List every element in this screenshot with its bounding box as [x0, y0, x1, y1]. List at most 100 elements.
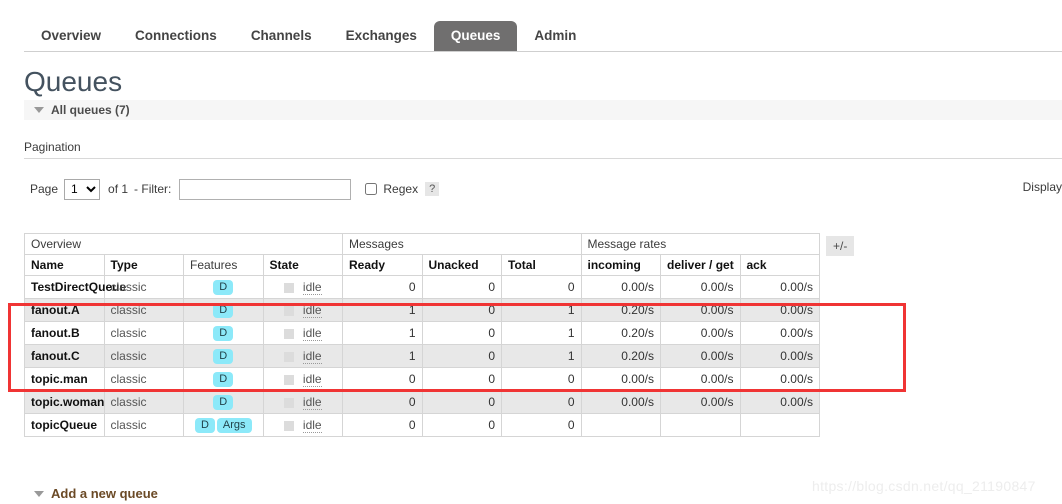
queue-type-cell: classic: [103, 344, 184, 368]
all-queues-section-toggle[interactable]: All queues (7): [24, 100, 1062, 120]
regex-help-icon[interactable]: ?: [425, 182, 440, 196]
filter-label: - Filter:: [134, 182, 172, 196]
queue-ready-cell: 1: [342, 344, 423, 368]
column-header-deliver-get[interactable]: deliver / get: [660, 254, 741, 276]
table-row[interactable]: topicQueue classic D Args idle 0 0 0: [24, 413, 820, 437]
column-header-incoming[interactable]: incoming: [580, 254, 661, 276]
queue-type-cell: classic: [103, 298, 184, 322]
nav-tab-admin[interactable]: Admin: [517, 21, 593, 52]
feature-badge-d: D: [213, 326, 234, 341]
feature-badge-d: D: [213, 395, 234, 410]
queue-features-cell: D: [183, 275, 264, 299]
queue-features-cell: D: [183, 298, 264, 322]
table-column-header-row: Name Type Features State Ready Unacked Total in…: [24, 254, 820, 276]
nav-tab-overview[interactable]: Overview: [24, 21, 118, 52]
all-queues-label: All queues (7): [51, 103, 130, 117]
page-number-select[interactable]: 1: [64, 178, 101, 200]
queue-deliver-get-rate-cell: 0.00/s: [660, 344, 741, 368]
queue-total-cell: 0: [501, 367, 582, 391]
page-count-label: of 1: [108, 182, 129, 196]
queue-name-cell[interactable]: fanout.C: [24, 344, 105, 368]
queue-deliver-get-rate-cell: 0.00/s: [660, 275, 741, 299]
table-group-header-row: Overview Messages Message rates: [24, 233, 820, 255]
toggle-columns-button[interactable]: +/-: [826, 236, 855, 256]
queue-deliver-get-rate-cell: [660, 413, 741, 437]
table-row[interactable]: topic.man classic Didle 0 0 0 0.00/s 0.00/s 0.00…: [24, 367, 820, 391]
chevron-down-icon: [34, 490, 44, 497]
queue-state-cell: idle: [262, 275, 343, 299]
chevron-down-icon: [34, 107, 44, 113]
page-word-label: Page: [30, 182, 59, 196]
regex-label: Regex: [383, 182, 419, 196]
state-indicator-icon: [283, 374, 294, 385]
add-new-queue-section-toggle[interactable]: Add a new queue: [24, 486, 158, 501]
queue-ready-cell: 1: [342, 298, 423, 322]
queue-name-cell[interactable]: fanout.B: [24, 321, 105, 345]
state-indicator-icon: [283, 305, 294, 316]
nav-tab-exchanges[interactable]: Exchanges: [329, 21, 434, 52]
queue-ack-rate-cell: [739, 413, 820, 437]
group-header-overview: Overview: [24, 233, 343, 255]
state-label: idle: [302, 326, 322, 341]
page-title: Queues: [24, 66, 123, 97]
queue-name-cell[interactable]: topic.woman: [24, 390, 105, 414]
queue-incoming-rate-cell: 0.20/s: [580, 321, 661, 345]
queue-ready-cell: 0: [342, 390, 423, 414]
queue-ready-cell: 0: [342, 367, 423, 391]
display-options-label[interactable]: Display: [1023, 180, 1062, 194]
table-row[interactable]: fanout.A classic Didle 1 0 1 0.20/s 0.00/s 0.00/…: [24, 298, 820, 322]
state-label: idle: [302, 372, 322, 387]
queue-ack-rate-cell: 0.00/s: [739, 344, 820, 368]
add-new-queue-label: Add a new queue: [51, 486, 158, 501]
queue-incoming-rate-cell: 0.20/s: [580, 298, 661, 322]
queue-incoming-rate-cell: 0.00/s: [580, 390, 661, 414]
table-row[interactable]: topic.woman classic Didle 0 0 0 0.00/s 0.00/s 0.…: [24, 390, 820, 414]
queue-deliver-get-rate-cell: 0.00/s: [660, 390, 741, 414]
queue-deliver-get-rate-cell: 0.00/s: [660, 321, 741, 345]
state-indicator-icon: [283, 328, 294, 339]
table-row[interactable]: fanout.C classic Didle 1 0 1 0.20/s 0.00/s 0.00/…: [24, 344, 820, 368]
column-header-type[interactable]: Type: [103, 254, 184, 276]
queue-unacked-cell: 0: [421, 275, 502, 299]
column-header-name[interactable]: Name: [24, 254, 105, 276]
state-indicator-icon: [283, 351, 294, 362]
queue-unacked-cell: 0: [421, 298, 502, 322]
state-indicator-icon: [283, 397, 294, 408]
queue-state-cell: idle: [262, 390, 343, 414]
nav-tab-channels[interactable]: Channels: [234, 21, 329, 52]
filter-input[interactable]: [179, 178, 352, 200]
feature-badge-d: D: [213, 280, 234, 295]
queue-state-cell: idle: [262, 344, 343, 368]
queue-name-cell[interactable]: topicQueue: [24, 413, 105, 437]
nav-tab-queues[interactable]: Queues: [433, 21, 518, 52]
group-header-message-rates: Message rates: [580, 233, 820, 255]
queue-state-cell: idle: [262, 321, 343, 345]
queue-name-cell[interactable]: fanout.A: [24, 298, 105, 322]
queue-features-cell: D: [183, 321, 264, 345]
regex-checkbox[interactable]: [365, 183, 378, 195]
column-header-features: Features: [183, 254, 264, 276]
column-header-ack[interactable]: ack: [739, 254, 820, 276]
queue-state-cell: idle: [262, 298, 343, 322]
queue-total-cell: 1: [501, 321, 582, 345]
state-indicator-icon: [283, 420, 294, 431]
column-header-total[interactable]: Total: [501, 254, 582, 276]
queue-ready-cell: 1: [342, 321, 423, 345]
queue-unacked-cell: 0: [421, 413, 502, 437]
queues-table: Overview Messages Message rates Name Type Fe…: [24, 233, 820, 437]
feature-badge-args: Args: [216, 418, 252, 433]
feature-badge-d: D: [213, 349, 234, 364]
nav-tab-connections[interactable]: Connections: [118, 21, 234, 52]
queue-total-cell: 0: [501, 275, 582, 299]
table-row[interactable]: TestDirectQueue classic Didle 0 0 0 0.00/s 0.00…: [24, 275, 820, 299]
column-header-unacked[interactable]: Unacked: [421, 254, 502, 276]
column-header-ready[interactable]: Ready: [342, 254, 423, 276]
column-header-state[interactable]: State: [262, 254, 343, 276]
pagination-divider: [24, 158, 1062, 159]
queue-name-cell[interactable]: TestDirectQueue: [24, 275, 126, 299]
state-label: idle: [302, 395, 322, 410]
watermark-text: https://blog.csdn.net/qq_21190847: [812, 478, 1036, 494]
queue-name-cell[interactable]: topic.man: [24, 367, 105, 391]
queue-total-cell: 0: [501, 390, 582, 414]
table-row[interactable]: fanout.B classic Didle 1 0 1 0.20/s 0.00/s 0.00/…: [24, 321, 820, 345]
